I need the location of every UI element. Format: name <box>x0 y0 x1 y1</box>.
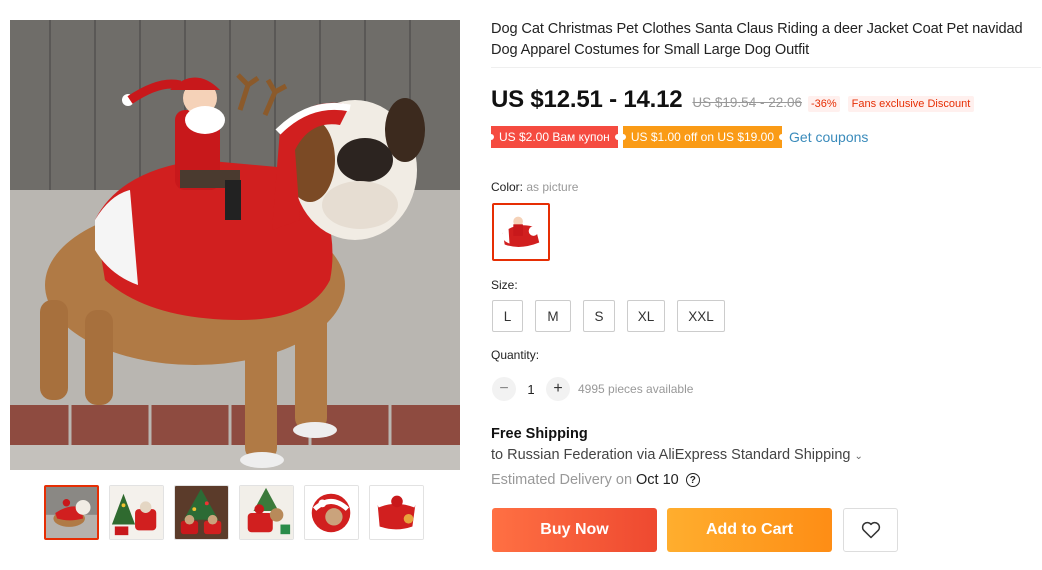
original-price: US $19.54 - 22.06 <box>692 95 802 110</box>
thumbnail-dog-santa-costume-photo[interactable] <box>44 485 99 540</box>
quantity-decrease-button[interactable]: − <box>492 377 516 401</box>
quantity-stepper: − + 4995 pieces available <box>492 377 693 401</box>
thumbnail-dogs-christmas-tree-photo[interactable] <box>109 485 164 540</box>
wishlist-button[interactable] <box>843 508 898 552</box>
size-label: Size: <box>491 278 518 292</box>
delivery-date: Oct 10 <box>636 472 679 488</box>
size-option-l[interactable]: L <box>492 300 523 332</box>
heart-icon <box>861 521 880 539</box>
thumbnail-dog-santa-rider-photo[interactable] <box>239 485 294 540</box>
quantity-label: Quantity: <box>491 348 540 362</box>
shipping-destination-text: to Russian Federation via AliExpress Sta… <box>491 447 851 463</box>
promo-badge: Fans exclusive Discount <box>847 96 975 112</box>
shipping-destination-selector[interactable]: to Russian Federation via AliExpress Sta… <box>491 447 863 463</box>
main-product-image[interactable] <box>10 20 460 470</box>
size-option-s[interactable]: S <box>583 300 615 332</box>
chevron-down-icon: ⌄ <box>854 451 863 462</box>
coupon-ruble-discount[interactable]: US $2.00 Вам купон <box>488 126 621 148</box>
coupon-row: US $2.00 Вам купон US $1.00 off on US $1… <box>488 126 868 148</box>
color-label-text: Color: <box>491 180 524 194</box>
size-option-xxl[interactable]: XXL <box>677 300 725 332</box>
thumbnail-strip <box>44 485 424 540</box>
discount-badge: -36% <box>807 96 840 112</box>
estimated-delivery: Estimated Delivery on Oct 10 ? <box>491 472 700 488</box>
help-icon[interactable]: ? <box>685 473 700 487</box>
current-price: US $12.51 - 14.12 <box>491 86 683 113</box>
costume-swatch-icon <box>497 208 545 256</box>
add-to-cart-button[interactable]: Add to Cart <box>667 508 832 552</box>
price-row: US $12.51 - 14.12 US $19.54 - 22.06 -36%… <box>491 86 975 114</box>
color-swatch-selected[interactable] <box>492 203 550 261</box>
quantity-available: 4995 pieces available <box>578 382 694 396</box>
get-coupons-link[interactable]: Get coupons <box>789 129 868 145</box>
quantity-input[interactable] <box>516 381 546 397</box>
color-label: Color: as picture <box>491 180 578 194</box>
thumbnail-dogs-christmas-costumes-photo[interactable] <box>174 485 229 540</box>
coupon-store-discount[interactable]: US $1.00 off on US $19.00 <box>619 126 786 148</box>
size-option-m[interactable]: M <box>535 300 571 332</box>
size-options: L M S XL XXL <box>492 300 737 332</box>
product-title: Dog Cat Christmas Pet Clothes Santa Clau… <box>491 21 1023 58</box>
thumbnail-costume-flat-photo[interactable] <box>369 485 424 540</box>
shipping-title: Free Shipping <box>491 426 588 442</box>
size-option-xl[interactable]: XL <box>627 300 665 332</box>
quantity-increase-button[interactable]: + <box>546 377 570 401</box>
thumbnail-costume-product-photo[interactable] <box>304 485 359 540</box>
title-divider <box>491 67 1041 68</box>
color-value: as picture <box>526 180 579 194</box>
estimated-delivery-label: Estimated Delivery on <box>491 472 633 488</box>
buy-now-button[interactable]: Buy Now <box>492 508 657 552</box>
